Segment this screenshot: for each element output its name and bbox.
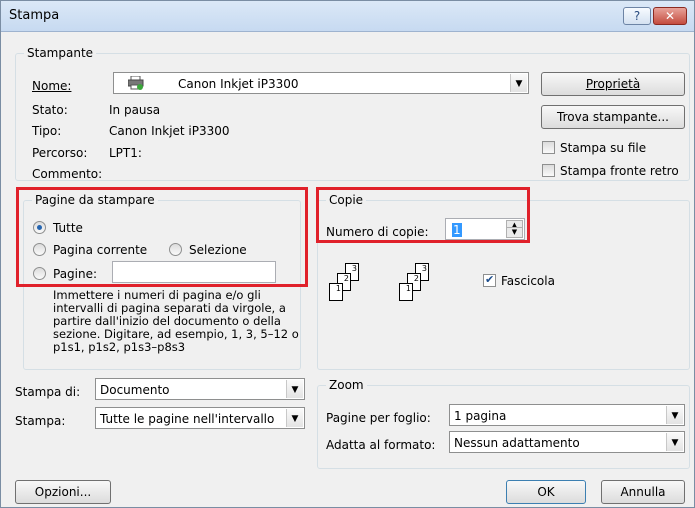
printer-status-label: Stato: — [32, 103, 68, 117]
scale-to-paper-value: Nessun adattamento — [454, 436, 580, 450]
pages-per-sheet-value: 1 pagina — [454, 409, 507, 423]
printer-status-value: In pausa — [109, 103, 161, 117]
printer-path-label: Percorso: — [32, 146, 88, 160]
printer-type-label: Tipo: — [32, 124, 62, 138]
chevron-down-icon[interactable]: ▼ — [286, 409, 303, 427]
print-to-file-label[interactable]: Stampa su file — [560, 141, 646, 155]
title-bar: Stampa ? ✕ — [1, 1, 694, 32]
find-printer-label: Trova stampante... — [557, 110, 669, 124]
checkmark-icon: ✔ — [485, 273, 495, 286]
properties-label: Proprietà — [585, 77, 641, 91]
ok-label: OK — [537, 485, 555, 499]
find-printer-button[interactable]: Trova stampante... — [541, 105, 685, 129]
printer-name-select[interactable]: Canon Inkjet iP3300 ▼ — [113, 72, 529, 94]
printer-type-value: Canon Inkjet iP3300 — [109, 124, 230, 138]
duplex-label[interactable]: Stampa fronte retro — [560, 164, 679, 178]
print-dialog: Stampa ? ✕ Stampante Nome: Canon Inkjet … — [0, 0, 695, 508]
options-label: Opzioni... — [34, 485, 92, 499]
page-icon: 1 — [329, 283, 343, 301]
scale-to-paper-label: Adatta al formato: — [326, 438, 436, 452]
options-button[interactable]: Opzioni... — [15, 480, 111, 504]
printer-name-value: Canon Inkjet iP3300 — [178, 77, 299, 91]
print-what-label: Stampa di: — [15, 385, 81, 399]
pages-highlight — [16, 187, 308, 287]
printer-comment-label: Commento: — [32, 167, 103, 181]
help-button[interactable]: ? — [623, 7, 651, 25]
printer-name-label: Nome: — [32, 79, 72, 93]
chevron-down-icon[interactable]: ▼ — [510, 74, 527, 92]
page-range-help-text: Immettere i numeri di pagina e/o gli int… — [53, 288, 299, 354]
window-title: Stampa — [9, 8, 60, 23]
chevron-down-icon[interactable]: ▼ — [666, 406, 683, 424]
printer-group-label: Stampante — [24, 46, 97, 60]
chevron-down-icon[interactable]: ▼ — [286, 380, 303, 398]
page-icon: 1 — [399, 283, 413, 301]
chevron-down-icon[interactable]: ▼ — [666, 433, 683, 451]
zoom-group: Zoom — [317, 378, 690, 469]
printer-icon — [127, 75, 144, 90]
printer-path-value: LPT1: — [109, 146, 142, 160]
scale-to-paper-select[interactable]: Nessun adattamento ▼ — [449, 431, 685, 453]
cancel-label: Annulla — [620, 485, 666, 499]
print-to-file-checkbox[interactable] — [542, 141, 555, 154]
collate-checkbox[interactable]: ✔ — [483, 273, 496, 287]
print-what-value: Documento — [100, 383, 170, 397]
copies-highlight — [316, 187, 530, 243]
pages-per-sheet-label: Pagine per foglio: — [326, 411, 431, 425]
pages-per-sheet-select[interactable]: 1 pagina ▼ — [449, 404, 685, 426]
print-range-label: Stampa: — [15, 414, 66, 428]
zoom-group-label: Zoom — [326, 378, 367, 392]
properties-button[interactable]: Proprietà — [541, 72, 685, 96]
print-range-value: Tutte le pagine nell'intervallo — [100, 412, 275, 426]
duplex-checkbox[interactable] — [542, 164, 555, 177]
collate-label[interactable]: Fascicola — [501, 274, 555, 288]
ok-button[interactable]: OK — [506, 480, 586, 504]
print-what-select[interactable]: Documento ▼ — [95, 378, 305, 400]
print-range-select[interactable]: Tutte le pagine nell'intervallo ▼ — [95, 407, 305, 429]
close-button[interactable]: ✕ — [653, 7, 687, 25]
cancel-button[interactable]: Annulla — [601, 480, 685, 504]
